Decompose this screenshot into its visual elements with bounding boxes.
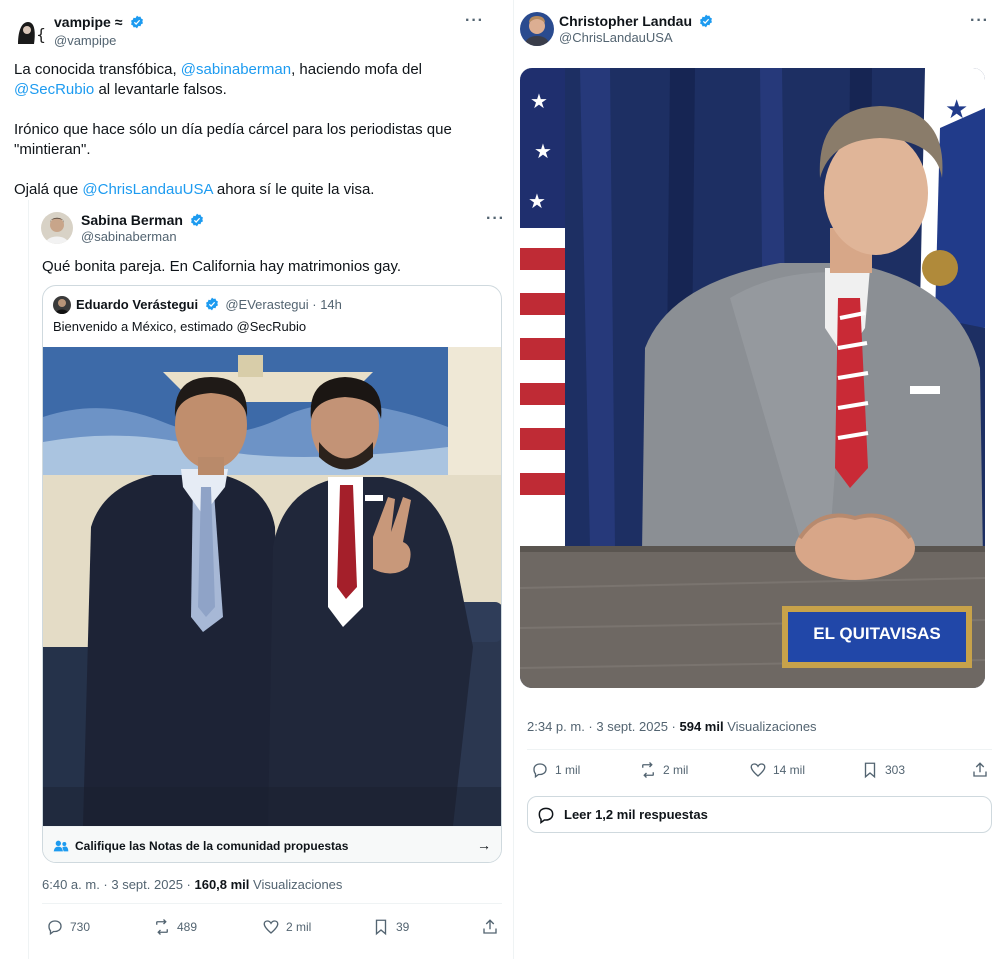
divider bbox=[42, 903, 502, 904]
like-button[interactable]: 2 mil bbox=[262, 918, 311, 936]
more-options-icon[interactable]: ··· bbox=[486, 210, 505, 228]
mention-link[interactable]: @SecRubio bbox=[14, 81, 94, 98]
action-bar: 730 489 2 mil 39 bbox=[46, 918, 501, 938]
user-name[interactable]: vampipe ≈ bbox=[54, 14, 122, 30]
arrow-right-icon: → bbox=[477, 837, 491, 853]
repost-icon bbox=[642, 762, 654, 778]
user-handle[interactable]: @EVerastegui · 14h bbox=[225, 297, 342, 312]
bookmark-icon bbox=[864, 762, 876, 779]
view-count: 160,8 mil bbox=[194, 877, 250, 892]
people-icon bbox=[53, 838, 69, 854]
right-tweet: Christopher Landau @ChrisLandauUSA ··· ★… bbox=[514, 0, 1000, 959]
svg-text:★: ★ bbox=[528, 189, 546, 213]
action-bar: 1 mil 2 mil 14 mil 303 bbox=[531, 761, 991, 781]
reply-icon bbox=[533, 763, 547, 779]
verified-badge-icon bbox=[205, 297, 219, 311]
repost-icon bbox=[156, 919, 168, 935]
nameplate-text: EL QUITAVISAS bbox=[813, 624, 941, 643]
user-handle[interactable]: @sabinaberman bbox=[81, 229, 177, 244]
timestamp[interactable]: 6:40 a. m. · 3 sept. 2025 · bbox=[42, 877, 194, 892]
community-notes-button[interactable]: Califique las Notas de la comunidad prop… bbox=[43, 826, 501, 862]
inner-tweet-text: Bienvenido a México, estimado @SecRubio bbox=[53, 319, 307, 334]
tweet-meta: 2:34 p. m. · 3 sept. 2025 · 594 mil Visu… bbox=[527, 719, 817, 734]
read-replies-button[interactable]: Leer 1,2 mil respuestas bbox=[527, 796, 992, 833]
share-button[interactable] bbox=[481, 918, 499, 936]
community-notes-label: Califique las Notas de la comunidad prop… bbox=[75, 838, 349, 853]
bookmark-button[interactable]: 39 bbox=[372, 918, 409, 936]
heart-icon bbox=[263, 920, 279, 934]
read-replies-label: Leer 1,2 mil respuestas bbox=[564, 807, 708, 822]
tweet-meta: 6:40 a. m. · 3 sept. 2025 · 160,8 mil Vi… bbox=[42, 877, 343, 892]
mention-link[interactable]: @ChrisLandauUSA bbox=[82, 181, 212, 198]
repost-button[interactable]: 2 mil bbox=[639, 761, 688, 779]
verified-badge-icon bbox=[130, 15, 144, 29]
avatar[interactable] bbox=[53, 296, 71, 314]
user-name[interactable]: Christopher Landau bbox=[559, 13, 692, 29]
divider bbox=[527, 749, 992, 750]
reply-icon bbox=[536, 805, 556, 825]
more-options-icon[interactable]: ··· bbox=[970, 12, 989, 30]
user-handle[interactable]: @ChrisLandauUSA bbox=[559, 30, 673, 45]
like-button[interactable]: 14 mil bbox=[749, 761, 805, 779]
share-icon bbox=[973, 762, 987, 777]
user-name[interactable]: Eduardo Verástegui bbox=[76, 297, 198, 312]
bookmark-icon bbox=[375, 919, 387, 936]
view-count: 594 mil bbox=[679, 719, 724, 734]
svg-text:★: ★ bbox=[530, 89, 548, 113]
mention-link[interactable]: @sabinaberman bbox=[181, 61, 291, 78]
left-tweet: { vampipe ≈ @vampipe ··· La conocida tra… bbox=[0, 0, 513, 959]
heart-icon bbox=[750, 763, 766, 777]
avatar[interactable]: { bbox=[12, 14, 48, 50]
share-icon bbox=[483, 919, 497, 934]
verified-badge-icon bbox=[190, 213, 204, 227]
reply-button[interactable]: 1 mil bbox=[531, 761, 580, 779]
inner-quote-card[interactable]: Eduardo Verástegui @EVerastegui · 14h Bi… bbox=[42, 285, 502, 863]
tweet-text: La conocida transfóbica, @sabinaberman, … bbox=[14, 61, 452, 198]
user-name[interactable]: Sabina Berman bbox=[81, 212, 183, 228]
bookmark-button[interactable]: 303 bbox=[861, 761, 905, 779]
tweet-photo[interactable] bbox=[43, 347, 501, 826]
verified-badge-icon bbox=[699, 14, 713, 28]
reply-button[interactable]: 730 bbox=[46, 918, 90, 936]
avatar[interactable] bbox=[41, 212, 73, 244]
avatar[interactable] bbox=[520, 12, 554, 46]
reply-icon bbox=[48, 920, 62, 936]
user-handle[interactable]: @vampipe bbox=[54, 33, 116, 48]
svg-text:{: { bbox=[36, 25, 46, 44]
svg-text:★: ★ bbox=[945, 95, 968, 125]
quoted-tweet[interactable]: Sabina Berman @sabinaberman ··· Qué boni… bbox=[28, 200, 513, 959]
tweet-text: Qué bonita pareja. En California hay mat… bbox=[42, 258, 402, 275]
repost-button[interactable]: 489 bbox=[153, 918, 197, 936]
timestamp[interactable]: 2:34 p. m. · 3 sept. 2025 · bbox=[527, 719, 679, 734]
svg-text:★: ★ bbox=[534, 139, 552, 163]
more-options-icon[interactable]: ··· bbox=[465, 12, 484, 30]
share-button[interactable] bbox=[971, 761, 989, 779]
tweet-photo[interactable]: ★ ★ ★ ★ EL QUITAVISAS bbox=[520, 68, 985, 688]
